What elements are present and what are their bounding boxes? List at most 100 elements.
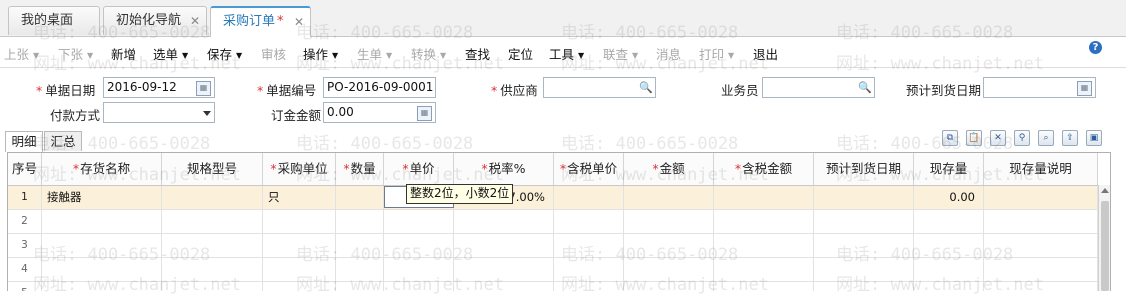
scrollbar-thumb[interactable]: [1101, 201, 1109, 291]
scroll-up-icon[interactable]: [1101, 188, 1109, 193]
col-header-stock-note[interactable]: 现存量说明: [984, 153, 1098, 185]
empty-cell[interactable]: [814, 210, 914, 234]
empty-cell[interactable]: [554, 234, 624, 258]
table-row[interactable]: 4: [8, 258, 1098, 282]
empty-cell[interactable]: [42, 234, 162, 258]
expected-date-field[interactable]: ▦: [983, 77, 1096, 98]
payment-select[interactable]: [103, 102, 215, 123]
close-icon[interactable]: ✕: [294, 8, 304, 36]
cell-amount[interactable]: [624, 186, 714, 210]
convert-button[interactable]: 转换 ▼: [411, 44, 446, 63]
find-icon[interactable]: ⚲: [1014, 130, 1030, 146]
paste-row-icon[interactable]: 📋: [966, 130, 982, 146]
subtab-detail[interactable]: 明细: [5, 131, 43, 152]
tools-button[interactable]: 工具 ▼: [549, 44, 584, 63]
find-button[interactable]: 查找: [465, 44, 490, 63]
exit-button[interactable]: 退出: [753, 44, 778, 63]
table-row[interactable]: 1 接触器 只 7.00% 0.00: [8, 186, 1098, 210]
col-header-item[interactable]: *存货名称: [42, 153, 162, 185]
empty-cell[interactable]: [263, 210, 336, 234]
select-order-button[interactable]: 选单 ▼: [153, 44, 188, 63]
deposit-field[interactable]: 0.00 ▦: [323, 102, 436, 123]
empty-cell[interactable]: [624, 258, 714, 282]
copy-row-icon[interactable]: ⧉: [942, 130, 958, 146]
empty-cell[interactable]: [336, 210, 384, 234]
empty-cell[interactable]: [454, 234, 554, 258]
vertical-scrollbar[interactable]: [1098, 185, 1110, 291]
empty-cell[interactable]: [814, 258, 914, 282]
calendar-icon[interactable]: ▦: [196, 81, 211, 96]
linkquery-button[interactable]: 联查 ▼: [603, 44, 638, 63]
audit-button[interactable]: 审核: [261, 44, 286, 63]
subtab-summary[interactable]: 汇总: [44, 131, 82, 151]
save-layout-icon[interactable]: ▣: [1086, 130, 1102, 146]
col-header-tax-amount[interactable]: *含税金额: [714, 153, 814, 185]
empty-cell[interactable]: [554, 210, 624, 234]
cell-item[interactable]: 接触器: [42, 186, 162, 210]
generate-button[interactable]: 生单 ▼: [357, 44, 392, 63]
empty-cell[interactable]: [162, 258, 263, 282]
next-button[interactable]: 下张 ▼: [58, 44, 93, 63]
cell-spec[interactable]: [162, 186, 263, 210]
empty-cell[interactable]: [624, 234, 714, 258]
col-header-unit[interactable]: *采购单位: [263, 153, 336, 185]
empty-cell[interactable]: [263, 234, 336, 258]
close-icon[interactable]: ✕: [190, 7, 200, 35]
empty-cell[interactable]: [814, 234, 914, 258]
empty-cell[interactable]: [42, 210, 162, 234]
tab-purchase-order[interactable]: 采购订单 * ✕: [210, 6, 311, 37]
empty-cell[interactable]: [384, 234, 454, 258]
empty-cell[interactable]: [714, 258, 814, 282]
col-header-qty[interactable]: *数量: [336, 153, 384, 185]
empty-cell[interactable]: [384, 258, 454, 282]
calendar-icon[interactable]: ▦: [1077, 81, 1092, 96]
calculator-icon[interactable]: ▦: [417, 106, 432, 121]
search-icon[interactable]: 🔍: [639, 81, 653, 94]
save-button[interactable]: 保存 ▼: [207, 44, 242, 63]
new-button[interactable]: 新增: [111, 44, 136, 63]
empty-cell[interactable]: [454, 210, 554, 234]
chevron-down-icon[interactable]: [203, 111, 211, 116]
cell-tax-price[interactable]: [554, 186, 624, 210]
cell-tax-amount[interactable]: [714, 186, 814, 210]
empty-cell[interactable]: [263, 258, 336, 282]
search-icon[interactable]: 🔍: [858, 81, 872, 94]
col-header-stock[interactable]: 现存量: [914, 153, 984, 185]
delete-row-icon[interactable]: ✕: [990, 130, 1006, 146]
operate-button[interactable]: 操作 ▼: [303, 44, 338, 63]
help-icon[interactable]: ?: [1089, 41, 1102, 54]
col-header-amount[interactable]: *金额: [624, 153, 714, 185]
prev-button[interactable]: 上张 ▼: [4, 44, 39, 63]
col-header-tax-price[interactable]: *含税单价: [554, 153, 624, 185]
empty-cell[interactable]: [624, 210, 714, 234]
empty-cell[interactable]: [162, 210, 263, 234]
doc-date-field[interactable]: 2016-09-12 ▦: [103, 77, 215, 98]
empty-cell[interactable]: [384, 210, 454, 234]
col-header-spec[interactable]: 规格型号: [162, 153, 263, 185]
tab-init-guide[interactable]: 初始化导航 ✕: [103, 6, 207, 35]
preview-icon[interactable]: ⌕: [1038, 130, 1054, 146]
col-header-price[interactable]: *单价: [384, 153, 454, 185]
empty-cell[interactable]: [336, 234, 384, 258]
locate-button[interactable]: 定位: [508, 44, 533, 63]
empty-cell[interactable]: [454, 258, 554, 282]
empty-cell[interactable]: [554, 258, 624, 282]
cell-unit[interactable]: 只: [263, 186, 336, 210]
empty-cell[interactable]: [162, 234, 263, 258]
cell-qty[interactable]: [336, 186, 384, 210]
col-header-expected-date[interactable]: 预计到货日期: [814, 153, 914, 185]
print-button[interactable]: 打印 ▼: [699, 44, 734, 63]
message-button[interactable]: 消息: [656, 44, 681, 63]
table-row[interactable]: 2: [8, 210, 1098, 234]
export-icon[interactable]: ⇪: [1062, 130, 1078, 146]
table-row[interactable]: 3: [8, 234, 1098, 258]
empty-cell[interactable]: [336, 258, 384, 282]
empty-cell[interactable]: [42, 258, 162, 282]
salesman-field[interactable]: 🔍: [762, 77, 875, 98]
supplier-field[interactable]: 🔍: [543, 77, 656, 98]
cell-expected-date[interactable]: [814, 186, 914, 210]
empty-cell[interactable]: [714, 234, 814, 258]
empty-cell[interactable]: [714, 210, 814, 234]
tab-desktop[interactable]: 我的桌面: [8, 6, 100, 35]
col-header-tax[interactable]: *税率%: [454, 153, 554, 185]
